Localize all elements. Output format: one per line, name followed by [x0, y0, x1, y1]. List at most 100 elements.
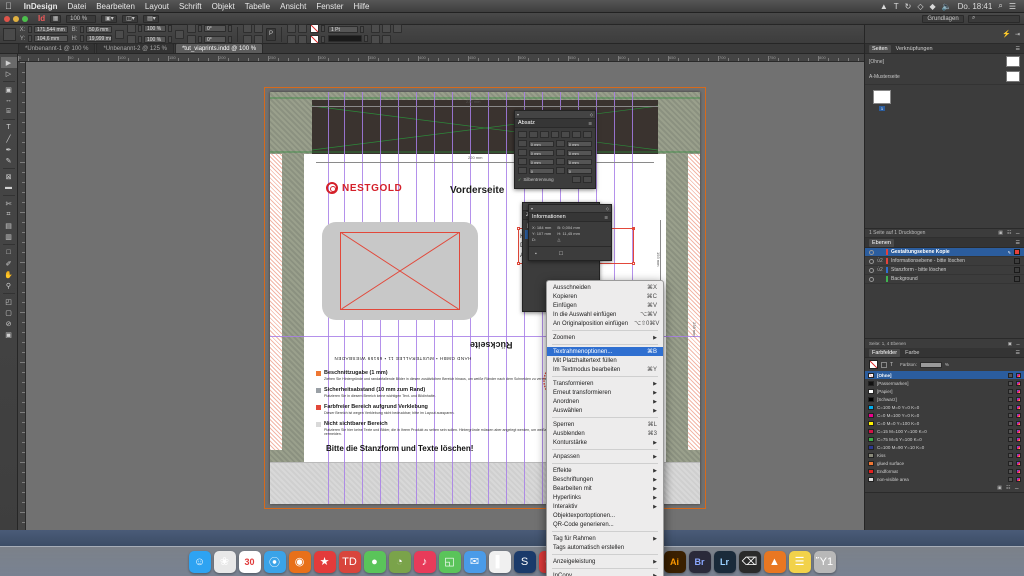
pages-panel[interactable]: Seiten Verknüpfungen ☰ [Ohne] A-Musterse…	[865, 44, 1024, 229]
swatch-row[interactable]: non-visible area	[865, 475, 1024, 483]
gradient-swatch-tool[interactable]: ▤	[1, 220, 17, 231]
context-menu-item[interactable]: Objektexportoptionen...	[547, 511, 663, 520]
spotlight-search-icon[interactable]: ⌕	[998, 1, 1002, 11]
scissors-tool[interactable]: ✄	[1, 198, 17, 209]
layer-row[interactable]: ὑ2Stanzform - bitte löschen	[865, 266, 1024, 275]
x-stepper[interactable]	[28, 26, 32, 33]
info-panel[interactable]: ▾ ◇ Informationen ☰ X: 184 mm Y: 107 mm …	[528, 204, 612, 261]
page-number-badge[interactable]: 1	[879, 106, 885, 111]
hand-tool[interactable]: ✋	[1, 269, 17, 280]
document-canvas[interactable]: NESTGOLD Vorderseite KONFIGURIERE DIR DE…	[26, 62, 864, 546]
maps-icon[interactable]: ◱	[439, 551, 461, 573]
notification-center-icon[interactable]: ☰	[1009, 2, 1016, 11]
panel-menu-icon[interactable]: ☰	[588, 121, 592, 126]
vertical-ruler[interactable]	[18, 62, 26, 530]
rotate-dropdown[interactable]	[228, 25, 232, 32]
stroke-style-selector[interactable]	[328, 35, 362, 42]
align-top-icon[interactable]	[287, 35, 296, 44]
rotate-stepper[interactable]	[198, 25, 202, 32]
menu-fenster[interactable]: Fenster	[311, 0, 348, 13]
text-target-icon[interactable]: T	[890, 362, 893, 368]
context-menu-item[interactable]: Interaktiv▶	[547, 502, 663, 511]
minimize-window-button[interactable]	[13, 16, 19, 22]
messages-icon[interactable]: ●	[364, 551, 386, 573]
menu-schrift[interactable]: Schrift	[174, 0, 207, 13]
align-left-icon[interactable]	[287, 24, 296, 33]
bridge-icon[interactable]: Br	[689, 551, 711, 573]
align-center-icon[interactable]	[529, 131, 538, 138]
paragraph-grid-icon[interactable]	[583, 176, 592, 183]
pen-tool[interactable]: ✒	[1, 144, 17, 155]
align-middle-icon[interactable]	[298, 35, 307, 44]
delete-layer-icon[interactable]: ⚊	[1016, 341, 1020, 347]
height-input[interactable]: 19,999 mm	[86, 35, 112, 42]
context-menu-item[interactable]: Erneut transformieren▶	[547, 388, 663, 397]
layers-panel[interactable]: Seite: 1, 4 Ebenen 1 Seite auf 1 Druckbo…	[865, 229, 1024, 339]
panel-collapse-icon[interactable]: ▾	[517, 112, 519, 117]
tab-farbfelder[interactable]: Farbfelder	[869, 349, 900, 357]
swatch-row[interactable]: [Ohne]	[865, 371, 1024, 379]
menu-layout[interactable]: Layout	[140, 0, 174, 13]
context-menu-item[interactable]: Tags automatisch erstellen	[547, 543, 663, 552]
layout-icon[interactable]: ▤▾	[143, 15, 159, 23]
rotate-cw-icon[interactable]	[254, 24, 263, 33]
paragraph-panel[interactable]: ▾ ◇ Absatz ☰ 0 mm	[514, 110, 596, 189]
first-line-indent-input[interactable]: 0 mm	[529, 150, 554, 156]
text-frame-options-icon[interactable]: P	[266, 28, 276, 41]
arrange-documents-icon[interactable]: ◫▾	[122, 15, 138, 23]
panel-close-icon[interactable]: ◇	[606, 206, 609, 211]
align-right-icon[interactable]	[540, 131, 549, 138]
hyphenate-checkbox[interactable]: ✓	[518, 177, 521, 182]
quick-apply-icon[interactable]	[382, 35, 391, 44]
drop-cap-chars-input[interactable]: 0	[567, 168, 592, 174]
context-menu-item[interactable]: An Originalposition einfügen⌥⇧0⌘V	[547, 319, 663, 328]
panel-menu-icon[interactable]: ☰	[1016, 46, 1020, 52]
fill-stroke-swatch[interactable]: ◰	[1, 296, 17, 307]
eye-icon[interactable]	[869, 268, 874, 273]
tab-informationen[interactable]: Informationen	[532, 214, 566, 220]
corner-options-icon[interactable]	[371, 35, 380, 44]
scale-x-stepper[interactable]	[138, 25, 142, 32]
document-tab-unbenannt-2[interactable]: *Unbenannt-2 @ 125 %	[96, 43, 173, 53]
help-search-input[interactable]: ⌕	[968, 15, 1020, 23]
context-menu-item[interactable]: Anordnen▶	[547, 397, 663, 406]
reference-point-proxy[interactable]	[3, 28, 16, 41]
fill-swatch-icon[interactable]	[869, 360, 878, 369]
tab-verknuepfungen[interactable]: Verknüpfungen	[896, 46, 933, 52]
justify-right-icon[interactable]	[572, 131, 581, 138]
terminal-icon[interactable]: ⌫	[739, 551, 761, 573]
gradient-feather-tool[interactable]: ▥	[1, 231, 17, 242]
scale-y-input[interactable]: 100 %	[144, 36, 166, 43]
numbers-icon[interactable]: ▌	[489, 551, 511, 573]
document-tab-tut-viaprints[interactable]: *tut_viaprints.indd @ 100 %	[175, 43, 263, 53]
close-window-button[interactable]	[4, 16, 10, 22]
stroke-target-icon[interactable]	[881, 362, 887, 368]
swatch-row[interactable]: [Papier]	[865, 387, 1024, 395]
scale-x-dropdown[interactable]	[168, 25, 172, 32]
space-before-input[interactable]: 0 mm	[529, 159, 554, 165]
tab-absatz[interactable]: Absatz	[518, 120, 535, 126]
context-menu-item[interactable]: QR-Code generieren...	[547, 520, 663, 529]
collapse-panels-icon[interactable]: ⇥	[1015, 31, 1020, 38]
context-menu-item[interactable]: Hyperlinks▶	[547, 493, 663, 502]
todoist-icon[interactable]: TD	[339, 551, 361, 573]
constrain-scale-icon[interactable]	[175, 30, 184, 39]
scale-x-input[interactable]: 100 %	[144, 25, 166, 32]
menu-objekt[interactable]: Objekt	[207, 0, 240, 13]
master-a-label[interactable]: A-Musterseite	[869, 74, 900, 80]
tint-slider[interactable]	[920, 362, 942, 368]
panel-collapse-icon[interactable]: ▾	[531, 206, 533, 211]
eyedropper-tool[interactable]: ✐	[1, 258, 17, 269]
layer-target-indicator[interactable]	[1014, 249, 1020, 255]
info-panel-header[interactable]: ▾ ◇	[529, 205, 611, 213]
shear-stepper[interactable]	[198, 36, 202, 43]
screen-mode-icon[interactable]: ▣▾	[101, 15, 117, 23]
y-input[interactable]: 104,6 mm	[34, 35, 68, 42]
drop-cap-lines-input[interactable]: 0	[529, 168, 554, 174]
layer-target-indicator[interactable]	[1014, 267, 1020, 273]
master-none-label[interactable]: [Ohne]	[869, 59, 884, 65]
duck-icon[interactable]: ◔	[389, 551, 411, 573]
layer-target-indicator[interactable]	[1014, 276, 1020, 282]
workspace-switcher[interactable]: Grundlagen	[922, 15, 964, 23]
window-traffic-lights[interactable]	[4, 16, 28, 22]
